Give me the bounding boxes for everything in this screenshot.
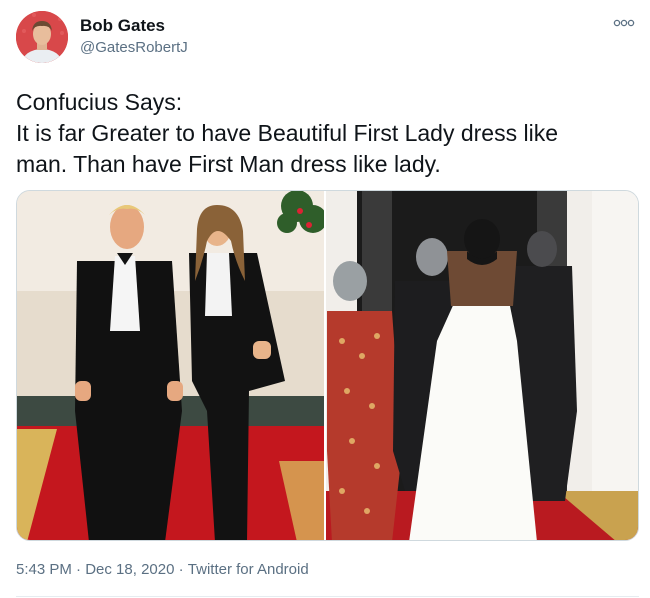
photo-panel-right [326, 191, 638, 540]
meta-separator: · [76, 561, 82, 578]
tweet-text: Confucius Says: It is far Greater to hav… [16, 87, 636, 180]
media-photo [17, 191, 638, 540]
photo-panel-left [17, 191, 327, 540]
tweet-meta: 5:43 PM · Dec 18, 2020 · Twitter for And… [16, 561, 309, 578]
tweet-media[interactable] [16, 190, 639, 541]
author-handle[interactable]: @GatesRobertJ [80, 39, 188, 56]
divider [16, 596, 639, 597]
tweet-time[interactable]: 5:43 PM [16, 561, 72, 578]
tweet: Bob Gates @GatesRobertJ Confucius Says: … [0, 0, 650, 598]
author-name[interactable]: Bob Gates [80, 16, 165, 36]
tweet-text-line: It is far Greater to have Beautiful Firs… [16, 120, 559, 146]
more-options-button[interactable] [612, 16, 636, 30]
tweet-text-line: man. Than have First Man dress like lady… [16, 151, 441, 177]
tweet-text-line: Confucius Says: [16, 89, 183, 115]
avatar[interactable] [16, 11, 68, 63]
profile-photo-icon [16, 11, 68, 63]
tweet-date[interactable]: Dec 18, 2020 [85, 561, 174, 578]
tweet-source[interactable]: Twitter for Android [188, 561, 309, 578]
meta-separator: · [178, 561, 184, 578]
more-options-icon [613, 19, 635, 27]
